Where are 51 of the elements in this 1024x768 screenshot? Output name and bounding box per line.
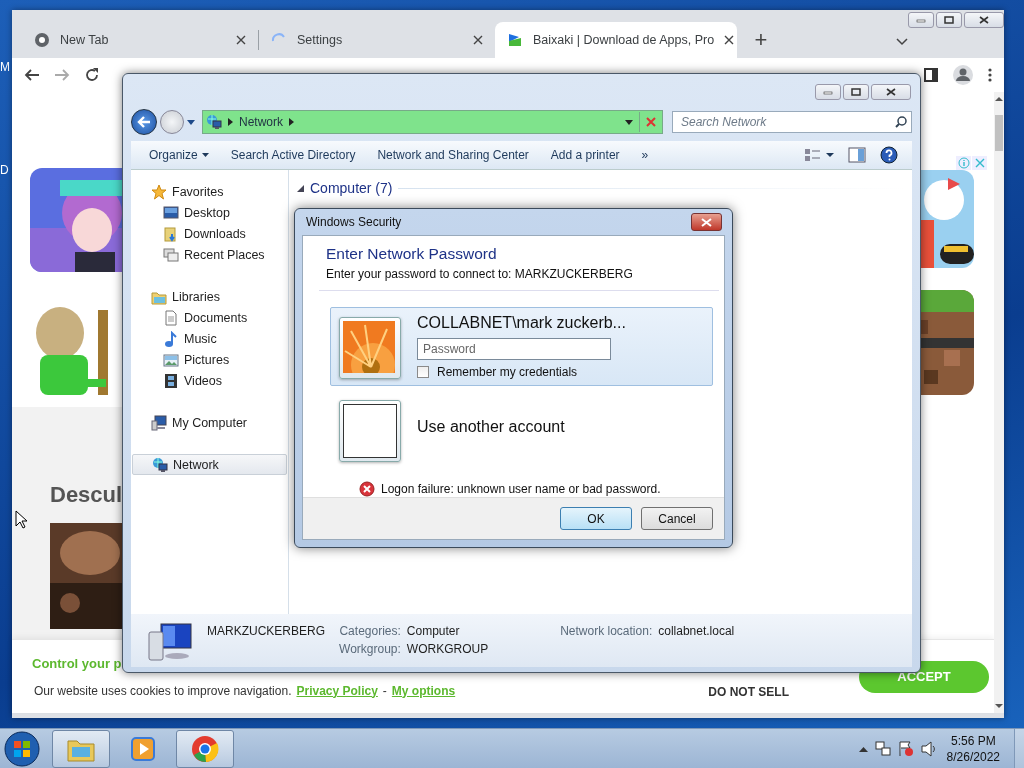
- nav-item[interactable]: Desktop: [131, 202, 288, 223]
- nav-item[interactable]: My Computer: [131, 412, 288, 433]
- dialog-prompt: Enter your password to connect to: MARKZUCKERBERG: [326, 267, 634, 281]
- checkbox-label: Remember my credentials: [437, 365, 578, 379]
- desktop-icon-label: M: [0, 60, 10, 74]
- detail-label: Categories:: [339, 624, 401, 638]
- new-tab-button[interactable]: +: [743, 22, 779, 58]
- nav-item[interactable]: Recent Places: [131, 244, 288, 265]
- section-heading: Descul: [50, 482, 122, 508]
- detail-label: Network location:: [560, 624, 653, 638]
- detail-value: collabnet.local: [658, 624, 735, 638]
- password-field[interactable]: Password: [417, 338, 611, 360]
- account-tile[interactable]: COLLABNET\mark zuckerb... Password Remember my credentials: [330, 307, 713, 386]
- desktop-icon-label: D: [0, 163, 9, 177]
- account-name: COLLABNET\mark zuckerb...: [417, 314, 626, 332]
- nav-item[interactable]: Favorites: [131, 181, 288, 202]
- breadcrumb[interactable]: Network: [239, 115, 283, 129]
- address-bar[interactable]: Network: [202, 110, 663, 134]
- nav-item[interactable]: Downloads: [131, 223, 288, 244]
- search-field[interactable]: Search Network: [672, 111, 912, 133]
- dialog-button[interactable]: OK: [560, 507, 632, 530]
- browser-tab[interactable]: New Tab: [22, 22, 258, 58]
- browser-tab[interactable]: Settings: [259, 22, 495, 58]
- nav-item[interactable]: Documents: [131, 307, 288, 328]
- nav-item[interactable]: Music: [131, 328, 288, 349]
- do-not-sell-link[interactable]: DO NOT SELL: [708, 685, 789, 699]
- account-tile[interactable]: Use another account: [330, 390, 713, 469]
- detail-value: Computer: [406, 624, 461, 638]
- detail-label: Workgroup:: [339, 642, 401, 656]
- nav-item[interactable]: Network: [132, 454, 287, 475]
- dialog-title: Windows Security: [306, 215, 402, 229]
- nav-item[interactable]: Videos: [131, 370, 288, 391]
- dialog-heading: Enter Network Password: [326, 245, 498, 263]
- browser-tab[interactable]: Baixaki | Download de Apps, Pro: [495, 22, 737, 58]
- more-button[interactable]: »: [633, 143, 657, 167]
- group-header[interactable]: Computer (7): [310, 180, 393, 196]
- computer-name: MARKZUCKERBERG: [207, 624, 325, 638]
- clock[interactable]: 5:56 PM 8/26/2022: [946, 733, 1000, 764]
- account-name: Use another account: [417, 417, 565, 436]
- nav-item[interactable]: Libraries: [131, 286, 288, 307]
- toolbar-button[interactable]: Search Active Directory: [222, 143, 364, 167]
- toolbar-button[interactable]: Network and Sharing Center: [369, 143, 537, 167]
- banner-text: Our website uses cookies to improve navigation.: [34, 683, 292, 698]
- toolbar-button[interactable]: Add a printer: [542, 143, 628, 167]
- toolbar-button[interactable]: Organize: [141, 143, 217, 167]
- banner-title: Control your p: [32, 655, 123, 671]
- error-message: Logon failure: unknown user name or bad password.: [381, 482, 661, 496]
- dialog-button[interactable]: Cancel: [641, 507, 713, 530]
- link-separator: -: [382, 683, 387, 698]
- nav-item[interactable]: Pictures: [131, 349, 288, 370]
- detail-value: WORKGROUP: [406, 642, 489, 656]
